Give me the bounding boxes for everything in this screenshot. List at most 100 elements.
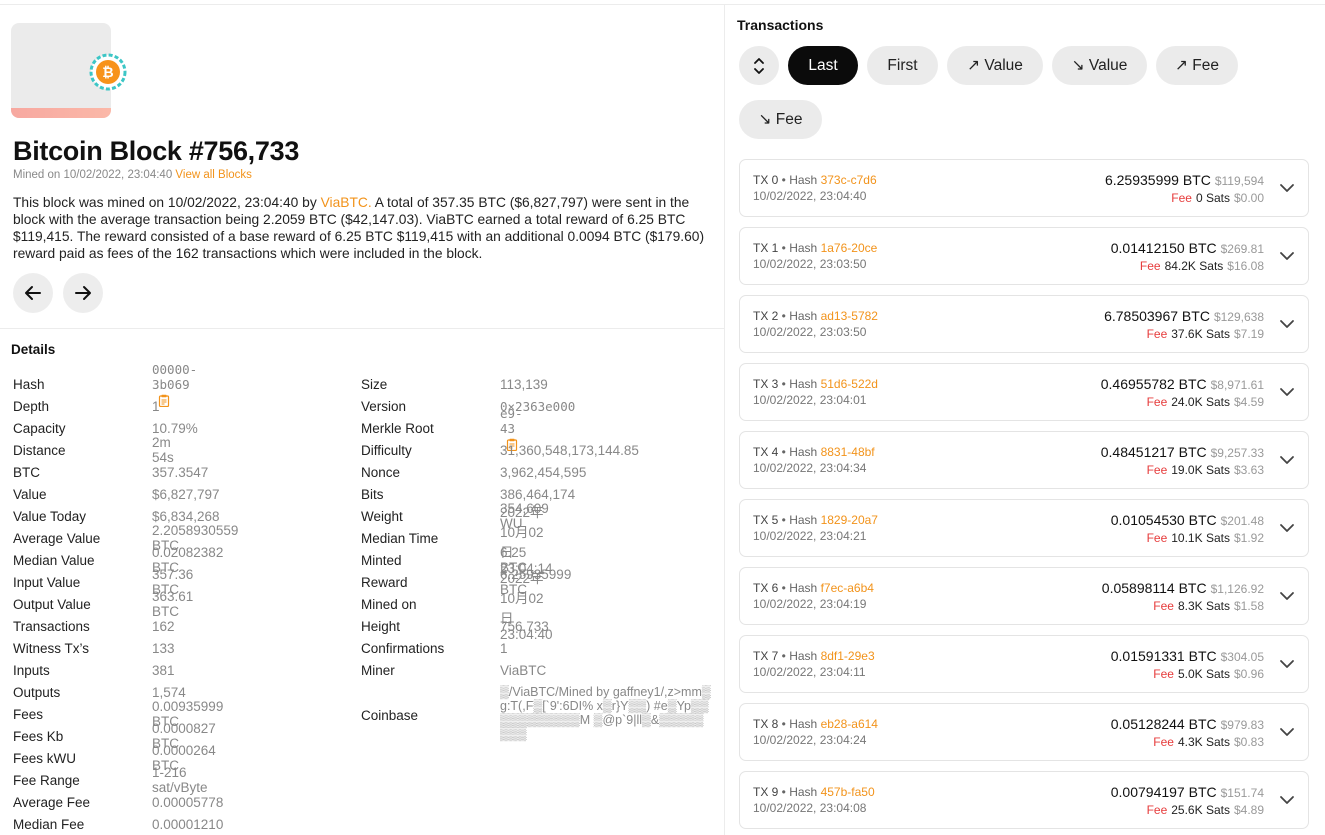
tx-hash-link[interactable]: f7ec-a6b4 bbox=[821, 581, 874, 595]
detail-row: Inputs 381 bbox=[13, 659, 175, 681]
arrow-left-icon bbox=[25, 286, 41, 300]
tx-time: 10/02/2022, 23:03:50 bbox=[753, 257, 867, 271]
fee-usd: $0.00 bbox=[1233, 191, 1264, 205]
transaction-card[interactable]: TX 7 • Hash 8df1-29e3 10/02/2022, 23:04:1… bbox=[739, 635, 1309, 693]
fee-usd: $4.59 bbox=[1233, 395, 1264, 409]
tx-amount: 0.00794197 BTC $151.74 bbox=[1111, 784, 1264, 800]
tx-fee: Fee 19.0K Sats $3.63 bbox=[1147, 463, 1264, 477]
tx-hash-link[interactable]: 51d6-522d bbox=[821, 377, 878, 391]
detail-value: 2m 54s bbox=[152, 435, 174, 465]
tx-id-line: TX 2 • Hash ad13-5782 bbox=[753, 309, 878, 323]
chevron-down-icon[interactable] bbox=[1278, 655, 1296, 673]
detail-row: Distance 2m 54s bbox=[13, 435, 174, 465]
transaction-card[interactable]: TX 3 • Hash 51d6-522d 10/02/2022, 23:04:0… bbox=[739, 363, 1309, 421]
tx-index: TX 1 bbox=[753, 241, 779, 255]
filter-pill-1[interactable]: First bbox=[867, 46, 938, 85]
tx-hash-link[interactable]: ad13-5782 bbox=[821, 309, 878, 323]
tx-amount: 0.48451217 BTC $9,257.33 bbox=[1101, 444, 1264, 460]
fee-label: Fee bbox=[1153, 735, 1174, 749]
chevron-down-icon[interactable] bbox=[1278, 247, 1296, 265]
detail-value: 381 bbox=[152, 663, 175, 678]
filter-pill-5[interactable]: ↘ Fee bbox=[739, 100, 822, 139]
detail-value-text: 0.00005778 bbox=[152, 794, 224, 810]
tx-amount: 6.78503967 BTC $129,638 bbox=[1104, 308, 1264, 324]
chevron-down-icon[interactable] bbox=[1278, 383, 1296, 401]
mined-on-text: Mined on 10/02/2022, 23:04:40 bbox=[13, 169, 173, 181]
clipboard-icon[interactable] bbox=[158, 394, 170, 407]
separator-dot: • bbox=[778, 241, 790, 255]
details-list-left: Hash 00000-3b069 Depth 1 Capacity 10.79% Dista… bbox=[13, 362, 238, 835]
detail-label: Height bbox=[361, 618, 401, 634]
tx-hash-link[interactable]: 1a76-20ce bbox=[821, 241, 878, 255]
detail-value-text: 2m 54s bbox=[152, 435, 174, 465]
tx-time: 10/02/2022, 23:04:40 bbox=[753, 189, 867, 203]
hash-label: Hash bbox=[789, 581, 818, 595]
transaction-card[interactable]: TX 8 • Hash eb28-a614 10/02/2022, 23:04:2… bbox=[739, 703, 1309, 761]
detail-value-text: 1 bbox=[500, 640, 508, 656]
filter-pill-0[interactable]: Last bbox=[788, 46, 858, 85]
chevron-down-icon[interactable] bbox=[1278, 723, 1296, 741]
tx-usd: $119,594 bbox=[1214, 174, 1264, 188]
tx-id-line: TX 1 • Hash 1a76-20ce bbox=[753, 241, 877, 255]
detail-label: Size bbox=[361, 376, 388, 392]
fee-label: Fee bbox=[1139, 259, 1161, 273]
detail-value-text: 1 bbox=[152, 398, 160, 414]
tx-hash-link[interactable]: 457b-fa50 bbox=[821, 785, 875, 799]
fee-sats: 19.0K Sats bbox=[1171, 463, 1230, 477]
separator-dot: • bbox=[778, 581, 790, 595]
detail-row: Fees kWU 0.0000264 BTC bbox=[13, 743, 216, 773]
detail-label: Miner bbox=[361, 662, 395, 678]
detail-value: 357.3547 bbox=[152, 465, 208, 480]
detail-row: Fees Kb 0.0000827 BTC bbox=[13, 721, 216, 751]
filter-pill-2[interactable]: ↗ Value bbox=[947, 46, 1043, 85]
filter-pill-3[interactable]: ↘ Value bbox=[1052, 46, 1147, 85]
fee-sats: 0 Sats bbox=[1195, 191, 1230, 205]
detail-label: Fees kWU bbox=[13, 750, 77, 766]
tx-btc: 0.01054530 BTC bbox=[1110, 512, 1217, 528]
filter-pill-4[interactable]: ↗ Fee bbox=[1156, 46, 1238, 85]
detail-label: Average Fee bbox=[13, 794, 91, 810]
detail-label: Depth bbox=[13, 398, 50, 414]
transaction-card[interactable]: TX 5 • Hash 1829-20a7 10/02/2022, 23:04:2… bbox=[739, 499, 1309, 557]
detail-value-text: 10.79% bbox=[152, 420, 198, 436]
sort-direction-button[interactable] bbox=[739, 46, 779, 85]
detail-value: $6,834,268 bbox=[152, 509, 220, 524]
transaction-card[interactable]: TX 9 • Hash 457b-fa50 10/02/2022, 23:04:0… bbox=[739, 771, 1309, 829]
chevron-down-icon[interactable] bbox=[1278, 179, 1296, 197]
tx-hash-link[interactable]: 8df1-29e3 bbox=[821, 649, 875, 663]
transaction-card[interactable]: TX 1 • Hash 1a76-20ce 10/02/2022, 23:03:5… bbox=[739, 227, 1309, 285]
tx-fee: Fee 24.0K Sats $4.59 bbox=[1147, 395, 1264, 409]
detail-value-text: 00000-3b069 bbox=[152, 361, 198, 392]
detail-row: Hash 00000-3b069 bbox=[13, 362, 197, 407]
transaction-card[interactable]: TX 4 • Hash 8831-48bf 10/02/2022, 23:04:3… bbox=[739, 431, 1309, 489]
tx-hash-link[interactable]: eb28-a614 bbox=[821, 717, 878, 731]
sort-arrows-icon bbox=[754, 57, 764, 74]
chevron-down-icon[interactable] bbox=[1278, 587, 1296, 605]
detail-label: Value bbox=[13, 486, 47, 502]
detail-row: Median Fee 0.00001210 bbox=[13, 813, 223, 835]
detail-row: BTC 357.3547 bbox=[13, 461, 208, 483]
detail-value-text: 1,574 bbox=[152, 684, 186, 700]
tx-hash-link[interactable]: 373c-c7d6 bbox=[821, 173, 877, 187]
chevron-down-icon[interactable] bbox=[1278, 791, 1296, 809]
miner-link[interactable]: ViaBTC. bbox=[321, 195, 372, 210]
chevron-down-icon[interactable] bbox=[1278, 519, 1296, 537]
transaction-card[interactable]: TX 0 • Hash 373c-c7d6 10/02/2022, 23:04:4… bbox=[739, 159, 1309, 217]
chevron-down-icon[interactable] bbox=[1278, 315, 1296, 333]
fee-usd: $16.08 bbox=[1227, 259, 1264, 273]
previous-block-button[interactable] bbox=[13, 273, 53, 313]
transaction-card[interactable]: TX 6 • Hash f7ec-a6b4 10/02/2022, 23:04:1… bbox=[739, 567, 1309, 625]
hash-label: Hash bbox=[789, 785, 818, 799]
tx-hash-link[interactable]: 8831-48bf bbox=[821, 445, 875, 459]
next-block-button[interactable] bbox=[63, 273, 103, 313]
tx-hash-link[interactable]: 1829-20a7 bbox=[821, 513, 878, 527]
detail-label: Inputs bbox=[13, 662, 50, 678]
detail-value: ViaBTC bbox=[500, 663, 546, 678]
tx-fee: Fee 8.3K Sats $1.58 bbox=[1153, 599, 1264, 613]
detail-label: Capacity bbox=[13, 420, 66, 436]
detail-row: Confirmations 1 bbox=[361, 637, 508, 659]
detail-label: Hash bbox=[13, 376, 45, 392]
chevron-down-icon[interactable] bbox=[1278, 451, 1296, 469]
transaction-card[interactable]: TX 2 • Hash ad13-5782 10/02/2022, 23:03:5… bbox=[739, 295, 1309, 353]
view-all-blocks-link[interactable]: View all Blocks bbox=[175, 169, 252, 181]
